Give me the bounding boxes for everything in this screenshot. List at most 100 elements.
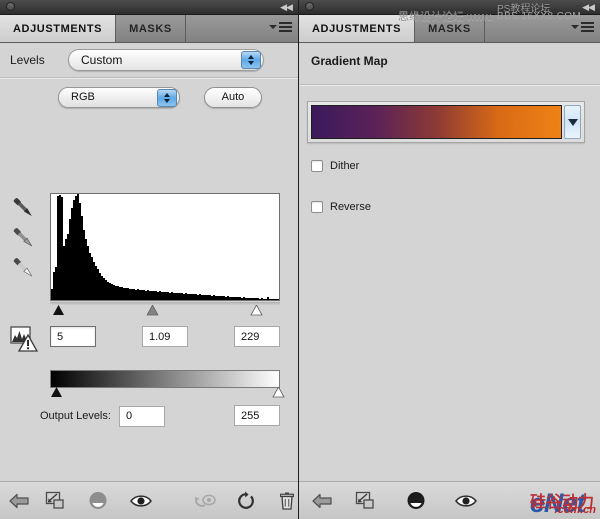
collapse-to-icons-icon[interactable]: ◀◀ — [580, 1, 596, 13]
channel-stepper[interactable] — [157, 88, 177, 107]
gradient-map-body: Gradient Map Dither Reverse — [299, 43, 600, 481]
levels-label: Levels — [10, 53, 45, 67]
panel-dock-handle-icon[interactable] — [6, 2, 15, 11]
panel-menu-triangle-icon — [269, 25, 277, 29]
output-white-field[interactable]: 255 — [234, 405, 280, 426]
input-black-handle[interactable] — [52, 305, 65, 316]
panel-menu-lines-icon — [581, 22, 594, 32]
levels-preset-value: Custom — [81, 53, 123, 67]
photoshop-adjustments-panels: ◀◀ ADJUSTMENTS MASKS Levels Custom RGB A… — [0, 0, 600, 519]
input-black-value: 5 — [57, 330, 64, 343]
histogram-warning-icon[interactable] — [10, 326, 39, 352]
levels-preset-select[interactable]: Custom — [68, 49, 264, 71]
left-panel-titlebar: ◀◀ — [0, 0, 298, 15]
input-gamma-value: 1.09 — [149, 330, 171, 343]
dither-row[interactable]: Dither — [311, 160, 359, 172]
eyedropper-black-point-icon[interactable] — [8, 193, 38, 223]
output-levels-label: Output Levels: — [40, 410, 111, 422]
gradient-map-divider — [299, 84, 600, 86]
reverse-checkbox[interactable] — [311, 201, 323, 213]
left-bottom-toolbar — [0, 481, 298, 519]
enet-brand-text: eNet — [529, 488, 586, 518]
gradient-swatch[interactable] — [311, 105, 562, 139]
auto-button[interactable]: Auto — [204, 86, 262, 108]
eyedropper-white-point-icon[interactable] — [8, 253, 38, 283]
preview-toggle-icon[interactable] — [401, 486, 431, 516]
gradient-map-title: Gradient Map — [311, 54, 388, 68]
stepper-up-icon — [164, 92, 170, 97]
panel-menu-lines-icon — [279, 22, 292, 32]
stepper-down-icon — [164, 98, 170, 103]
levels-preset-stepper[interactable] — [241, 51, 261, 69]
left-tabstrip: ADJUSTMENTS MASKS — [0, 15, 298, 43]
back-to-adjustment-list-icon[interactable] — [307, 486, 337, 516]
output-black-value: 0 — [125, 410, 133, 422]
tab-adjustments[interactable]: ADJUSTMENTS — [0, 15, 117, 42]
output-levels-row: Output Levels: 0 255 — [40, 405, 290, 427]
input-white-field[interactable]: 229 — [234, 326, 280, 347]
stepper-down-icon — [248, 61, 254, 65]
right-bottom-toolbar: eNet .com.cn 硅谷动力 — [299, 481, 600, 519]
input-gamma-handle[interactable] — [146, 305, 159, 316]
dither-checkbox[interactable] — [311, 160, 323, 172]
reset-adjustment-icon[interactable] — [235, 486, 257, 516]
panel-menu-triangle-icon — [571, 25, 579, 29]
tab-masks-label: MASKS — [428, 22, 471, 35]
delete-adjustment-layer-icon[interactable] — [276, 486, 298, 516]
output-white-value: 255 — [241, 409, 260, 422]
levels-panel: ◀◀ ADJUSTMENTS MASKS Levels Custom RGB A… — [0, 0, 299, 519]
tab-masks[interactable]: MASKS — [415, 15, 485, 42]
levels-channel-row: RGB Auto — [0, 79, 298, 115]
eyedropper-group — [8, 193, 42, 283]
clip-to-layer-icon[interactable] — [44, 486, 66, 516]
dither-label: Dither — [330, 160, 360, 172]
toggle-layer-visibility-icon[interactable] — [129, 486, 153, 516]
output-white-handle[interactable] — [272, 387, 285, 398]
gradient-map-panel: ◀◀ ADJUSTMENTS MASKS Gradient Map Dither… — [299, 0, 600, 519]
toggle-layer-visibility-icon[interactable] — [451, 486, 481, 516]
gradient-preset-picker[interactable] — [307, 101, 585, 143]
levels-preset-row: Levels Custom — [0, 43, 298, 77]
input-white-handle[interactable] — [250, 305, 263, 316]
output-levels-handles — [50, 387, 285, 399]
chevron-down-icon — [567, 118, 578, 126]
enet-domain-text: .com.cn — [554, 504, 596, 516]
histogram-plot — [51, 194, 279, 300]
input-white-value: 229 — [241, 330, 260, 343]
panel-dock-handle-icon[interactable] — [305, 2, 314, 11]
view-previous-state-icon[interactable] — [193, 486, 217, 516]
enet-cn-text: 硅谷动力 — [529, 494, 594, 511]
eyedropper-gray-point-icon[interactable] — [8, 223, 38, 253]
clip-to-layer-icon[interactable] — [351, 486, 381, 516]
channel-select[interactable]: RGB — [58, 86, 180, 108]
output-black-field[interactable]: 0 — [118, 405, 165, 427]
preview-toggle-icon[interactable] — [87, 486, 109, 516]
auto-button-label: Auto — [221, 91, 245, 103]
tabstrip-filler — [484, 15, 600, 42]
tab-adjustments-label: ADJUSTMENTS — [13, 22, 103, 35]
tabstrip-filler — [185, 15, 298, 42]
input-levels-track — [50, 302, 280, 305]
enet-watermark: eNet .com.cn 硅谷动力 — [530, 490, 596, 517]
input-black-field[interactable]: 5 — [50, 326, 96, 347]
panel-menu-icon[interactable] — [571, 22, 594, 32]
output-levels-ramp — [50, 370, 280, 388]
collapse-to-icons-icon[interactable]: ◀◀ — [278, 1, 294, 13]
levels-histogram — [50, 193, 280, 301]
tab-masks-label: MASKS — [129, 22, 172, 35]
panel-menu-icon[interactable] — [269, 22, 292, 32]
back-to-adjustment-list-icon[interactable] — [8, 486, 30, 516]
right-tabstrip: ADJUSTMENTS MASKS — [299, 15, 600, 43]
right-panel-titlebar: ◀◀ — [299, 0, 600, 15]
reverse-label: Reverse — [330, 201, 371, 213]
input-gamma-field[interactable]: 1.09 — [142, 326, 188, 347]
tab-adjustments[interactable]: ADJUSTMENTS — [299, 15, 416, 42]
output-black-handle[interactable] — [50, 387, 63, 398]
stepper-up-icon — [248, 55, 254, 59]
gradient-picker-dropdown-icon[interactable] — [564, 105, 581, 139]
tab-masks[interactable]: MASKS — [116, 15, 186, 42]
levels-body: Levels Custom RGB Auto 5 1.09 229 Output… — [0, 43, 298, 481]
reverse-row[interactable]: Reverse — [311, 201, 371, 213]
input-levels-fields: 5 1.09 229 — [50, 326, 280, 348]
channel-value: RGB — [71, 91, 95, 103]
